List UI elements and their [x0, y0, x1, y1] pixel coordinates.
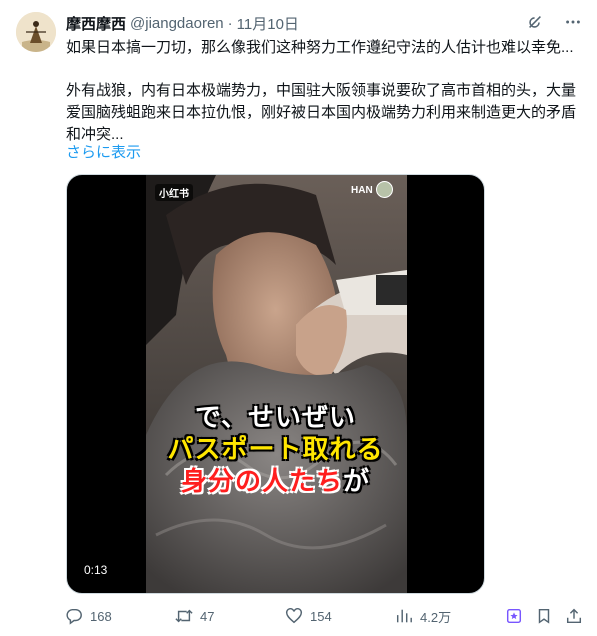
avatar[interactable] [16, 12, 56, 52]
like-count: 154 [310, 608, 332, 624]
highlight-icon [504, 606, 524, 626]
video-timestamp: 0:13 [84, 563, 108, 577]
tweet[interactable]: 摩西摩西 @jiangdaoren · 11月10日 如果日本搞一刀切，那么像我… [0, 0, 597, 636]
reply-icon [64, 606, 84, 626]
channel-logo-icon [376, 181, 393, 198]
views-button[interactable]: 4.2万 [394, 604, 451, 628]
reply-count: 168 [90, 608, 112, 624]
repost-icon [174, 606, 194, 626]
subtitle-line-2: パスポート取れる [167, 434, 384, 464]
like-button[interactable]: 154 [284, 604, 332, 628]
author-name[interactable]: 摩西摩西 [66, 13, 126, 34]
bookmark-button[interactable] [534, 604, 554, 628]
more-icon[interactable] [563, 12, 583, 32]
xiaohongshu-watermark: 小红书 [155, 184, 193, 201]
grok-icon[interactable] [525, 12, 545, 32]
tweet-text-line2: 外有战狼，内有日本极端势力，中国驻大阪领事说要砍了高市首相的头，大量爱国脑残蛆跑… [66, 82, 577, 143]
tweet-text: 如果日本搞一刀切，那么像我们这种努力工作遵纪守法的人估计也难以幸免... 外有战… [66, 37, 581, 146]
tweet-date[interactable]: 11月10日 [237, 13, 299, 34]
subtitle-line-3: 身分の人たちが [66, 466, 485, 496]
video-frame [146, 175, 407, 593]
repost-button[interactable]: 47 [174, 604, 214, 628]
header-actions [525, 12, 583, 32]
author-handle[interactable]: @jiangdaoren [130, 15, 224, 32]
views-icon [394, 606, 414, 626]
tweet-header: 摩西摩西 @jiangdaoren · 11月10日 [66, 13, 299, 33]
separator-dot: · [227, 14, 233, 32]
repost-count: 47 [200, 608, 215, 624]
bookmark-icon [534, 606, 554, 626]
reply-button[interactable]: 168 [64, 604, 112, 628]
video-player[interactable]: 小红书 HAN [66, 174, 485, 594]
share-button[interactable] [564, 604, 584, 628]
tweet-actions: 168 47 154 4.2万 [64, 604, 584, 628]
highlight-button[interactable] [504, 604, 524, 628]
show-more-link[interactable]: さらに表示 [66, 143, 141, 163]
heart-icon [284, 606, 304, 626]
views-count: 4.2万 [420, 609, 452, 625]
channel-watermark: HAN [351, 185, 373, 196]
subtitle-line-3-white: が [343, 466, 371, 496]
tweet-text-line1: 如果日本搞一刀切，那么像我们这种努力工作遵纪守法的人估计也难以幸免... [66, 39, 574, 56]
subtitle-line-3-red: 身分の人たち [180, 466, 343, 496]
subtitle-line-1: で、せいぜい [195, 402, 356, 432]
share-icon [564, 606, 584, 626]
